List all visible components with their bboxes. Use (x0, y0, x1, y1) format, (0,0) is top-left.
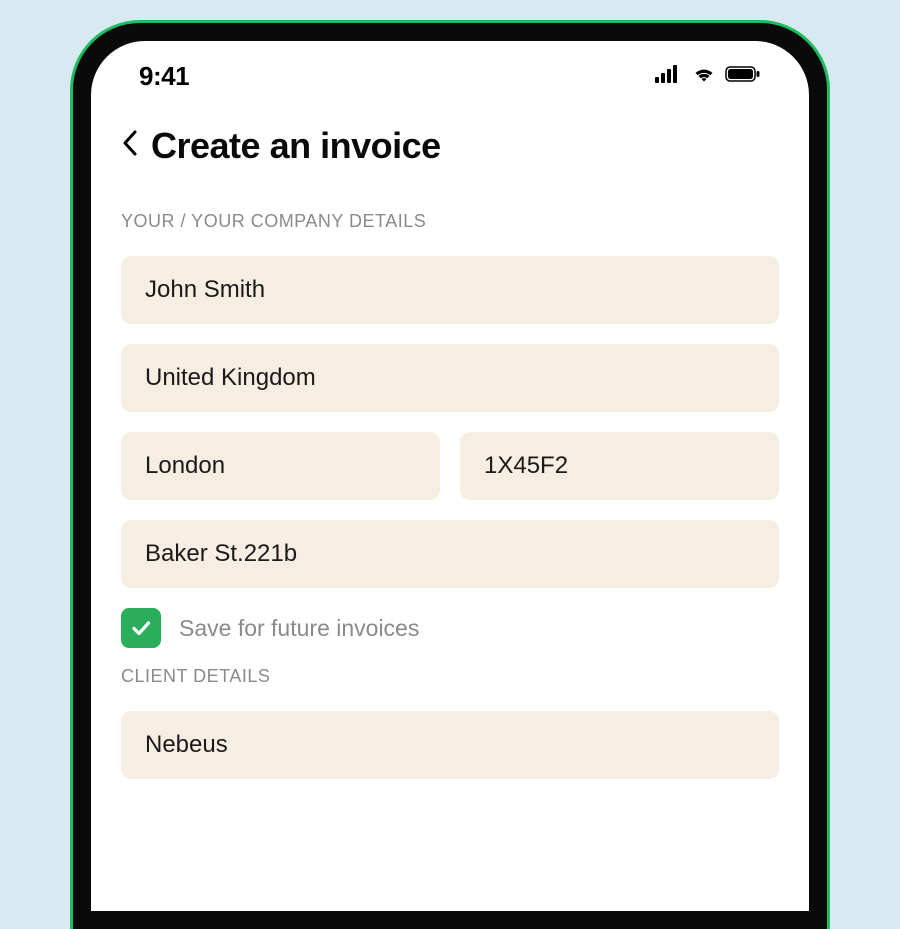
page-title: Create an invoice (151, 125, 441, 167)
company-country-field[interactable]: United Kingdom (121, 344, 779, 412)
save-checkbox-row: Save for future invoices (121, 608, 779, 648)
check-icon (129, 616, 153, 640)
save-checkbox-label: Save for future invoices (179, 615, 419, 642)
phone-frame: 9:41 (70, 20, 830, 929)
status-time: 9:41 (139, 61, 189, 92)
company-postcode-field[interactable]: 1X45F2 (460, 432, 779, 500)
status-bar: 9:41 (91, 41, 809, 101)
cellular-icon (655, 65, 683, 88)
battery-icon (725, 65, 761, 88)
wifi-icon (691, 65, 717, 88)
header: Create an invoice (91, 101, 809, 187)
company-section-label: YOUR / YOUR COMPANY DETAILS (121, 211, 779, 232)
company-city-field[interactable]: London (121, 432, 440, 500)
back-button[interactable] (121, 129, 139, 163)
save-checkbox[interactable] (121, 608, 161, 648)
city-postcode-row: London 1X45F2 (121, 432, 779, 520)
client-section-label: CLIENT DETAILS (121, 666, 779, 687)
screen: 9:41 (91, 41, 809, 911)
client-name-field[interactable]: Nebeus (121, 711, 779, 779)
status-icons (655, 65, 761, 88)
company-name-field[interactable]: John Smith (121, 256, 779, 324)
content: YOUR / YOUR COMPANY DETAILS John Smith U… (91, 187, 809, 779)
company-address-field[interactable]: Baker St.221b (121, 520, 779, 588)
